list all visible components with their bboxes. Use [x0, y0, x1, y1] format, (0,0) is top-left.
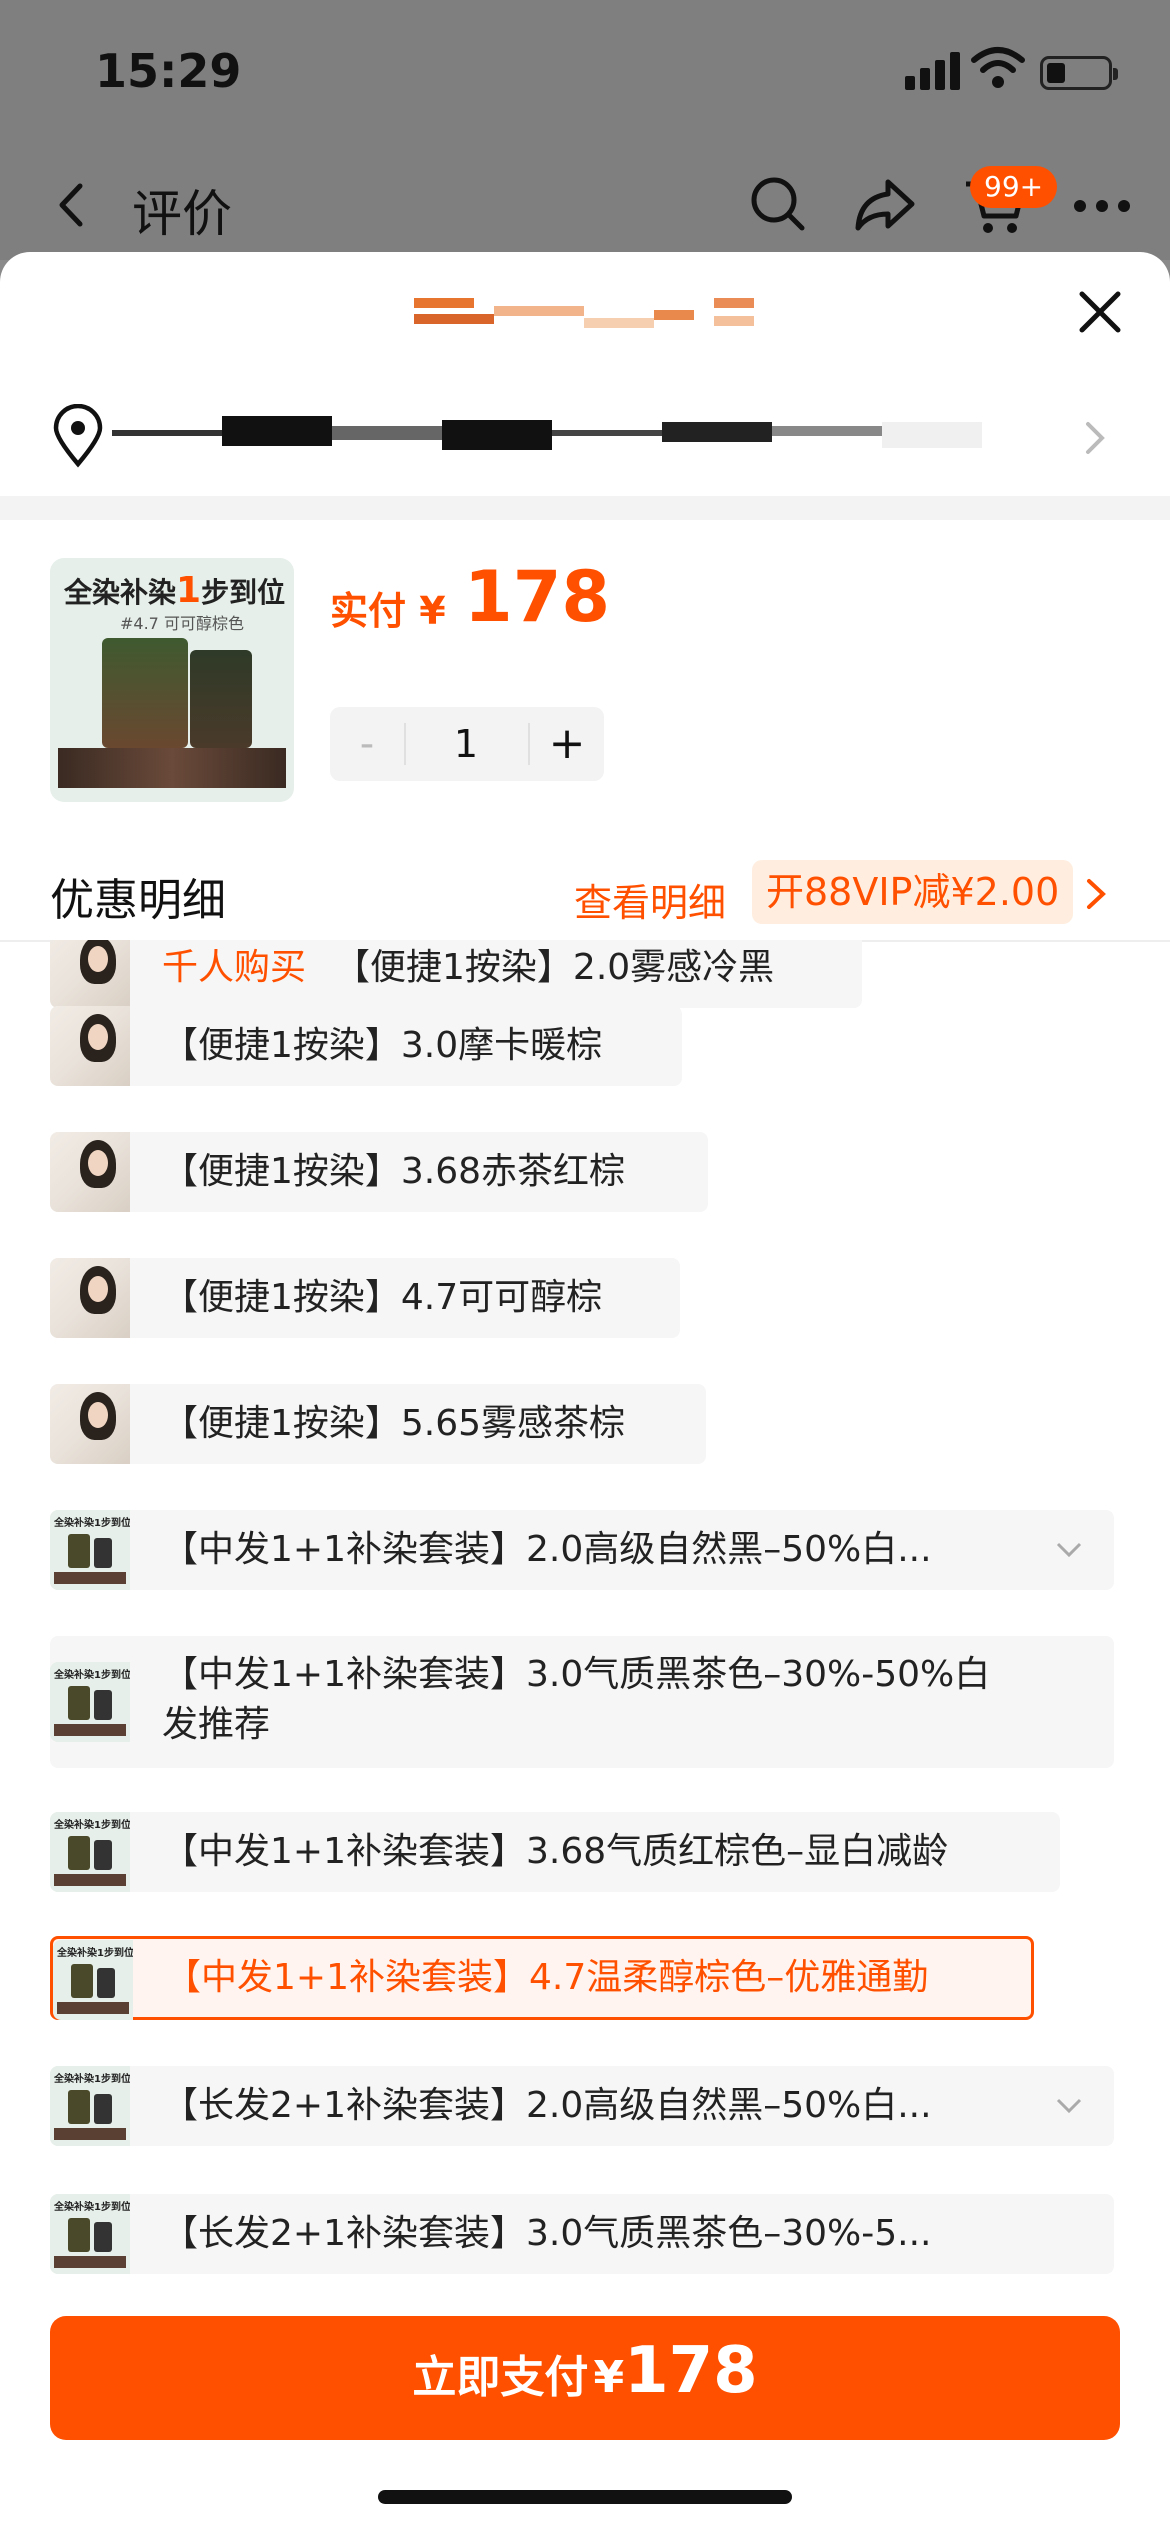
variant-list: 千人购买 【便捷1按染】2.0雾感冷黑 【便捷1按染】3.0摩卡暖棕 【便捷1按染… [0, 940, 1170, 2280]
product-thumbnail[interactable]: 全染补染1步到位 #4.7 可可醇棕色 [50, 558, 294, 802]
variant-thumbnail: 全染补染1步到位 [50, 2194, 130, 2274]
variant-thumbnail: 全染补染1步到位 [50, 1662, 130, 1742]
purchase-sheet: 全染补染1步到位 #4.7 可可醇棕色 实付 ¥ 178 - 1 + 优惠明细 … [0, 252, 1170, 2532]
variant-option-selected[interactable]: 全染补染1步到位 【中发1+1补染套装】4.7温柔醇棕色–优雅通勤 [50, 1936, 1034, 2020]
chevron-down-icon[interactable] [1054, 1540, 1084, 1560]
wifi-icon [971, 47, 1025, 88]
divider [0, 496, 1170, 520]
hair-swatch [58, 748, 286, 788]
variant-option[interactable]: 千人购买 【便捷1按染】2.0雾感冷黑 [50, 940, 862, 1008]
shop-name-blurred [414, 294, 754, 334]
price-label: 实付 ¥ [330, 589, 446, 633]
thumb-title: 全染补染1步到位 [64, 570, 286, 611]
variant-label: 【便捷1按染】4.7可可醇棕 [162, 1277, 603, 1318]
more-icon[interactable] [1074, 200, 1134, 214]
variant-option[interactable]: 【便捷1按染】5.65雾感茶棕 [50, 1384, 706, 1464]
pay-currency: ¥ [593, 2352, 625, 2403]
share-icon[interactable] [852, 174, 918, 234]
location-icon [53, 404, 103, 468]
variant-label: 【便捷1按染】3.68赤茶红棕 [162, 1151, 626, 1192]
variant-option[interactable]: 全染补染1步到位 【长发2+1补染套装】3.0气质黑茶色–30%-5... [50, 2194, 1114, 2274]
nav-bar: 评价 99+ [0, 160, 1170, 250]
page-title: 评价 [132, 185, 232, 243]
quantity-value[interactable]: 1 [406, 707, 526, 781]
product-box-image [190, 650, 252, 748]
variant-option[interactable]: 【便捷1按染】4.7可可醇棕 [50, 1258, 680, 1338]
close-icon[interactable] [1076, 288, 1124, 336]
variant-label: 【长发2+1补染套装】3.0气质黑茶色–30%-5... [162, 2213, 932, 2254]
variant-label: 【便捷1按染】3.0摩卡暖棕 [162, 1025, 603, 1066]
address-blurred [112, 416, 992, 456]
price-value: 178 [464, 556, 611, 638]
variant-thumbnail: 全染补染1步到位 [53, 1940, 133, 2020]
variant-thumbnail [50, 1006, 130, 1086]
thumb-subtitle: #4.7 可可醇棕色 [120, 614, 244, 633]
pay-now-button[interactable]: 立即支付 ¥178 [50, 2316, 1120, 2440]
variant-thumbnail: 全染补染1步到位 [50, 2066, 130, 2146]
search-icon[interactable] [748, 174, 808, 234]
discount-title: 优惠明细 [50, 875, 226, 926]
variant-option[interactable]: 全染补染1步到位 【长发2+1补染套装】2.0高级自然黑–50%白... [50, 2066, 1114, 2146]
cart-badge: 99+ [970, 166, 1058, 208]
variant-label: 【中发1+1补染套装】4.7温柔醇棕色–优雅通勤 [165, 1957, 929, 1998]
background-page: 15:29 评价 99+ [0, 0, 1170, 260]
variant-label: 【便捷1按染】5.65雾感茶棕 [162, 1403, 626, 1444]
status-time: 15:29 [95, 44, 242, 98]
variant-thumbnail [50, 1384, 130, 1464]
vip-discount-badge[interactable]: 开88VIP减¥2.00 [752, 860, 1074, 924]
variant-label: 【中发1+1补染套装】2.0高级自然黑–50%白... [162, 1529, 932, 1570]
bottom-bar: 立即支付 ¥178 [0, 2282, 1170, 2532]
pay-button-label: 立即支付 [412, 2352, 589, 2403]
pay-price: 178 [624, 2334, 758, 2408]
variant-label: 【长发2+1补染套装】2.0高级自然黑–50%白... [162, 2085, 932, 2126]
variant-thumbnail: 全染补染1步到位 [50, 1510, 130, 1590]
product-box-image [102, 638, 188, 748]
variant-option[interactable]: 全染补染1步到位 【中发1+1补染套装】2.0高级自然黑–50%白... [50, 1510, 1114, 1590]
quantity-minus-button[interactable]: - [330, 707, 404, 781]
variant-thumbnail [50, 940, 130, 1008]
variant-label: 【中发1+1补染套装】3.68气质红棕色–显白减龄 [162, 1831, 949, 1872]
address-row[interactable] [0, 392, 1170, 492]
quantity-plus-button[interactable]: + [530, 707, 604, 781]
back-icon[interactable] [52, 180, 92, 230]
variant-option[interactable]: 全染补染1步到位 【中发1+1补染套装】3.0气质黑茶色–30%-50%白 发推… [50, 1636, 1114, 1768]
discount-view-link[interactable]: 查看明细 [574, 872, 726, 927]
quantity-stepper: - 1 + [330, 707, 604, 781]
variant-option[interactable]: 【便捷1按染】3.0摩卡暖棕 [50, 1006, 682, 1086]
variant-label: 千人购买 【便捷1按染】2.0雾感冷黑 [162, 947, 775, 988]
variant-thumbnail [50, 1132, 130, 1212]
variant-label-line2: 发推荐 [162, 1704, 271, 1745]
discount-row[interactable]: 优惠明细 查看明细 开88VIP减¥2.00 [0, 832, 1170, 942]
home-indicator [378, 2490, 792, 2504]
variant-option[interactable]: 全染补染1步到位 【中发1+1补染套装】3.68气质红棕色–显白减龄 [50, 1812, 1060, 1892]
variant-thumbnail: 全染补染1步到位 [50, 1812, 130, 1892]
chevron-right-icon[interactable] [1084, 876, 1108, 912]
chevron-right-icon [1086, 422, 1105, 454]
chevron-down-icon[interactable] [1054, 2096, 1084, 2116]
variant-label: 【中发1+1补染套装】3.0气质黑茶色–30%-50%白 [162, 1654, 991, 1695]
signal-icon [905, 50, 961, 90]
battery-icon [1040, 56, 1118, 90]
status-bar: 15:29 [0, 0, 1170, 140]
variant-option[interactable]: 【便捷1按染】3.68赤茶红棕 [50, 1132, 708, 1212]
variant-thumbnail [50, 1258, 130, 1338]
